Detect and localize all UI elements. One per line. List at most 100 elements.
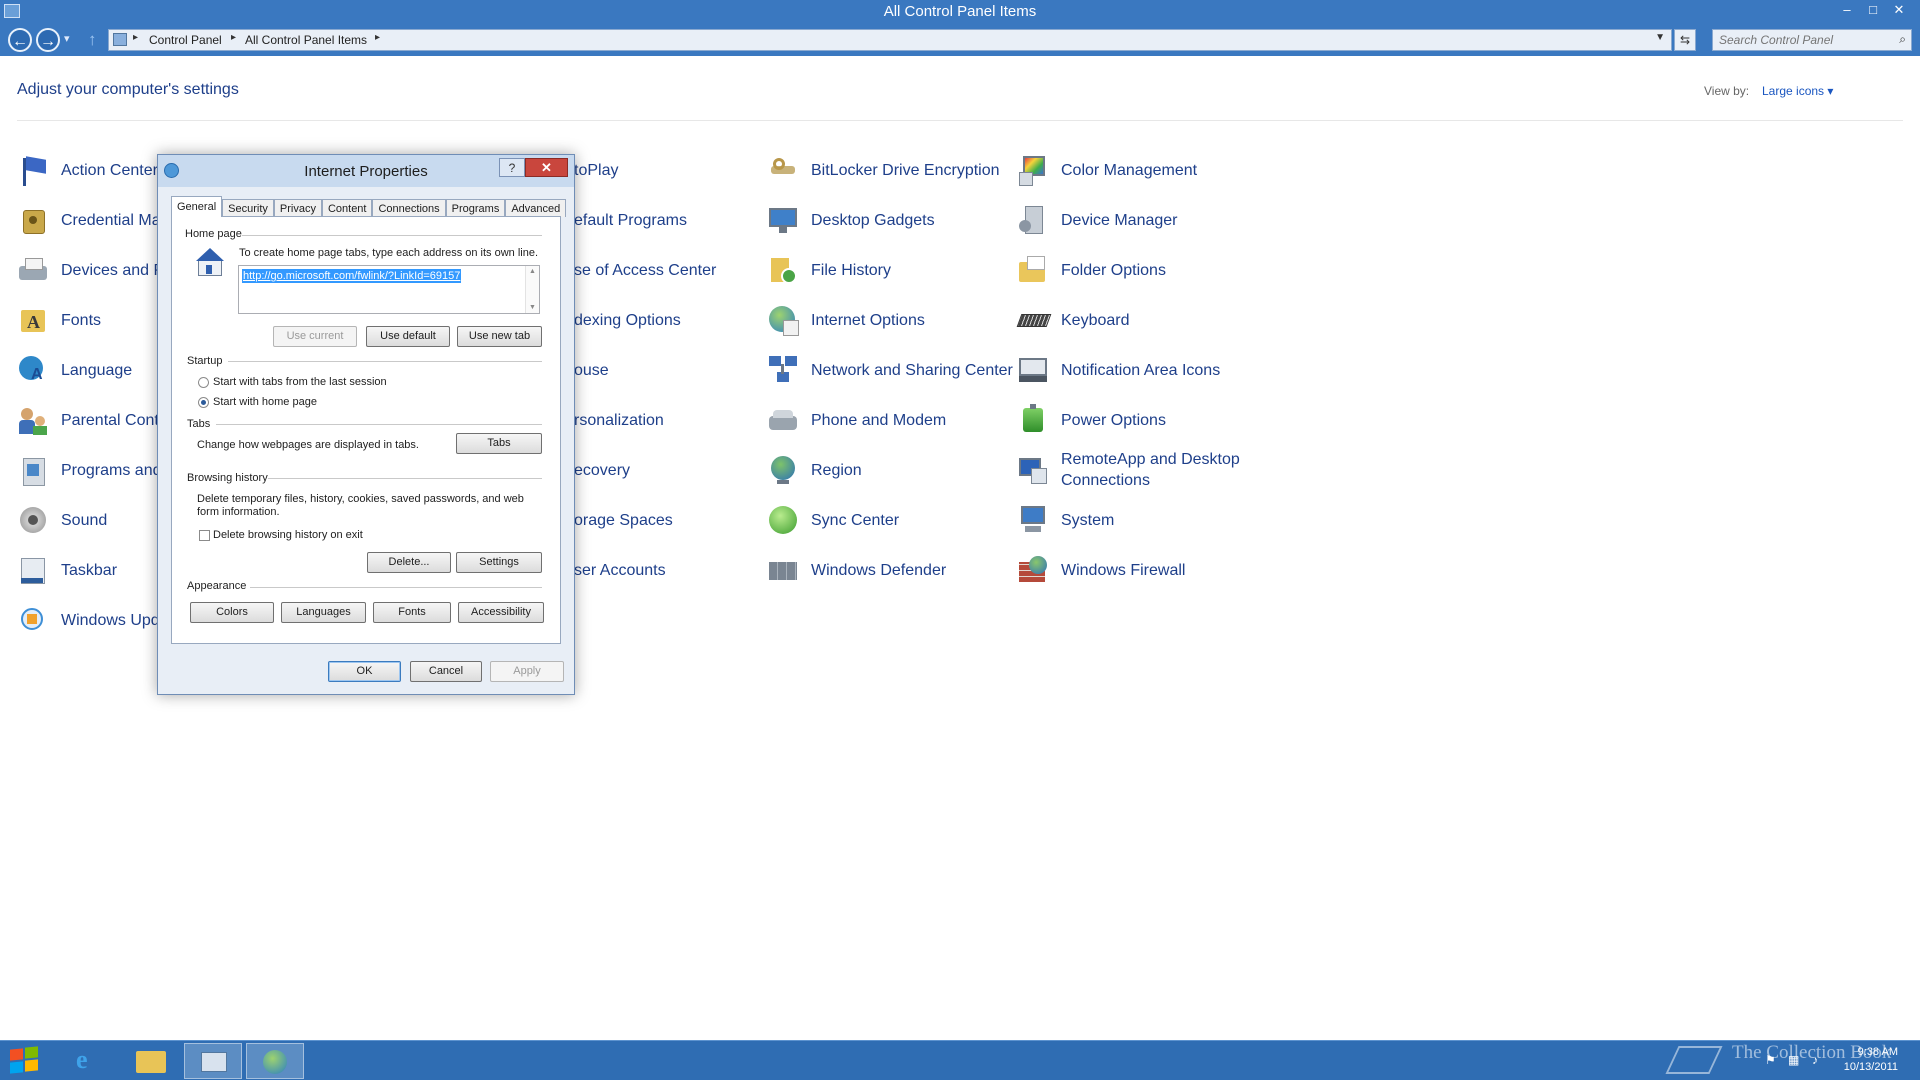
browsing-history-group-label: Browsing history (187, 472, 268, 484)
cp-item-devices-and-printers[interactable]: Devices and P (17, 248, 164, 292)
address-bar[interactable]: ▸ Control Panel ▸ All Control Panel Item… (108, 29, 1672, 51)
fonts-button[interactable]: Fonts (373, 602, 451, 623)
scroll-down-icon[interactable]: ▼ (526, 304, 539, 311)
dialog-titlebar[interactable]: Internet Properties ? ✕ (158, 155, 574, 187)
apply-button[interactable]: Apply (490, 661, 564, 682)
file-explorer-taskbar-button[interactable] (122, 1043, 180, 1079)
breadcrumb-separator-icon[interactable]: ▸ (231, 32, 236, 43)
up-arrow-icon[interactable]: ↑ (88, 30, 97, 50)
tab-programs[interactable]: Programs (445, 199, 506, 217)
history-settings-button[interactable]: Settings (456, 552, 542, 573)
startup-last-session-radio[interactable] (198, 377, 209, 388)
internet-explorer-taskbar-button[interactable]: e (60, 1043, 118, 1079)
cp-item-sound[interactable]: Sound (17, 498, 107, 542)
cp-item-action-center[interactable]: Action Center (17, 148, 158, 192)
tab-privacy[interactable]: Privacy (273, 199, 322, 217)
startup-home-page-radio[interactable] (198, 397, 209, 408)
cp-item-windows-firewall[interactable]: Windows Firewall (1017, 548, 1185, 592)
cp-item-parental-controls[interactable]: Parental Cont (17, 398, 159, 442)
home-page-url-textarea[interactable]: http://go.microsoft.com/fwlink/?LinkId=6… (238, 265, 540, 314)
cp-item-language[interactable]: A Language (17, 348, 132, 392)
search-input[interactable] (1719, 33, 1879, 47)
use-default-button[interactable]: Use default (366, 326, 450, 347)
cancel-button[interactable]: Cancel (410, 661, 482, 682)
colors-button[interactable]: Colors (190, 602, 274, 623)
breadcrumb-separator-icon[interactable]: ▸ (133, 32, 138, 43)
tab-security[interactable]: Security (222, 199, 274, 217)
use-new-tab-button[interactable]: Use new tab (457, 326, 542, 347)
internet-options-globe-icon (263, 1050, 287, 1074)
tab-connections[interactable]: Connections (372, 199, 446, 217)
tabs-settings-button[interactable]: Tabs (456, 433, 542, 454)
forward-button[interactable]: → (36, 28, 60, 52)
ok-button[interactable]: OK (328, 661, 401, 682)
control-panel-taskbar-button[interactable] (184, 1043, 242, 1079)
close-button[interactable]: ✕ (1886, 0, 1912, 20)
cp-item-label: ouse (574, 361, 609, 379)
dialog-close-button[interactable]: ✕ (525, 158, 568, 177)
search-box[interactable]: ⌕ (1712, 29, 1912, 51)
cp-item-system[interactable]: System (1017, 498, 1114, 542)
tab-general[interactable]: General (171, 196, 223, 217)
tab-content[interactable]: Content (321, 199, 373, 217)
home-page-url[interactable]: http://go.microsoft.com/fwlink/?LinkId=6… (242, 269, 462, 283)
maximize-button[interactable]: □ (1860, 0, 1886, 20)
help-button[interactable]: ? (499, 158, 525, 177)
group-divider (250, 587, 542, 588)
address-dropdown-icon[interactable]: ▼ (1655, 32, 1665, 43)
cp-item-label: Device Manager (1061, 211, 1178, 229)
cp-item-color-management[interactable]: Color Management (1017, 148, 1197, 192)
home-page-instructions: To create home page tabs, type each addr… (239, 247, 539, 259)
cp-item-fonts[interactable]: A Fonts (17, 298, 101, 342)
cp-item-file-history[interactable]: File History (767, 248, 891, 292)
cp-item-programs-and-features[interactable]: Programs and (17, 448, 162, 492)
cp-item-taskbar[interactable]: Taskbar (17, 548, 117, 592)
minimize-button[interactable]: – (1834, 0, 1860, 20)
languages-button[interactable]: Languages (281, 602, 366, 623)
cp-item-windows-defender[interactable]: Windows Defender (767, 548, 946, 592)
search-icon[interactable]: ⌕ (1899, 32, 1906, 47)
cp-item-credential-manager[interactable]: Credential Ma (17, 198, 161, 242)
cp-item-network-and-sharing[interactable]: Network and Sharing Center (767, 348, 1021, 392)
cp-item-phone-and-modem[interactable]: Phone and Modem (767, 398, 946, 442)
use-current-button[interactable]: Use current (273, 326, 357, 347)
cp-item-label: toPlay (574, 161, 619, 179)
cp-item-folder-options[interactable]: Folder Options (1017, 248, 1166, 292)
window-titlebar: All Control Panel Items – □ ✕ (0, 0, 1920, 24)
cp-item-label: Windows Defender (811, 561, 947, 579)
view-by-dropdown[interactable]: Large icons ▾ (1762, 84, 1833, 98)
breadcrumb-separator-icon[interactable]: ▸ (375, 32, 380, 43)
refresh-button[interactable]: ⇆ (1674, 29, 1696, 51)
cp-item-desktop-gadgets[interactable]: Desktop Gadgets (767, 198, 935, 242)
defender-wall-icon (767, 554, 799, 586)
scroll-up-icon[interactable]: ▲ (526, 268, 539, 275)
delete-history-button[interactable]: Delete... (367, 552, 451, 573)
tab-advanced[interactable]: Advanced (505, 199, 567, 217)
startup-last-session-label[interactable]: Start with tabs from the last session (213, 376, 387, 388)
internet-properties-taskbar-button[interactable] (246, 1043, 304, 1079)
back-button[interactable]: ← (8, 28, 32, 52)
cp-item-sync-center[interactable]: Sync Center (767, 498, 899, 542)
breadcrumb-control-panel[interactable]: Control Panel (149, 33, 222, 47)
cp-item-region[interactable]: Region (767, 448, 862, 492)
cp-item-device-manager[interactable]: Device Manager (1017, 198, 1178, 242)
textarea-scrollbar[interactable]: ▲ ▼ (525, 266, 539, 313)
breadcrumb-all-items[interactable]: All Control Panel Items (245, 33, 367, 47)
cp-item-notification-area-icons[interactable]: Notification Area Icons (1017, 348, 1220, 392)
recent-locations-dropdown[interactable]: ▾ (64, 32, 70, 45)
cp-item-bitlocker[interactable]: BitLocker Drive Encryption (767, 148, 1000, 192)
network-icon (767, 354, 799, 386)
delete-on-exit-label[interactable]: Delete browsing history on exit (213, 529, 363, 541)
startup-home-page-label[interactable]: Start with home page (213, 396, 317, 408)
accessibility-button[interactable]: Accessibility (458, 602, 544, 623)
cp-item-power-options[interactable]: Power Options (1017, 398, 1166, 442)
cp-item-label: ser Accounts (574, 561, 666, 579)
cp-item-keyboard[interactable]: Keyboard (1016, 298, 1130, 342)
cp-item-label: BitLocker Drive Encryption (811, 161, 1000, 179)
internet-explorer-icon: e (76, 1045, 88, 1074)
cp-item-windows-update[interactable]: Windows Upd (17, 598, 160, 642)
delete-on-exit-checkbox[interactable] (199, 530, 210, 541)
cp-item-remoteapp[interactable]: RemoteApp and Desktop Connections (1017, 448, 1271, 492)
cp-item-internet-options[interactable]: Internet Options (767, 298, 925, 342)
windows-start-icon[interactable] (10, 1046, 40, 1075)
